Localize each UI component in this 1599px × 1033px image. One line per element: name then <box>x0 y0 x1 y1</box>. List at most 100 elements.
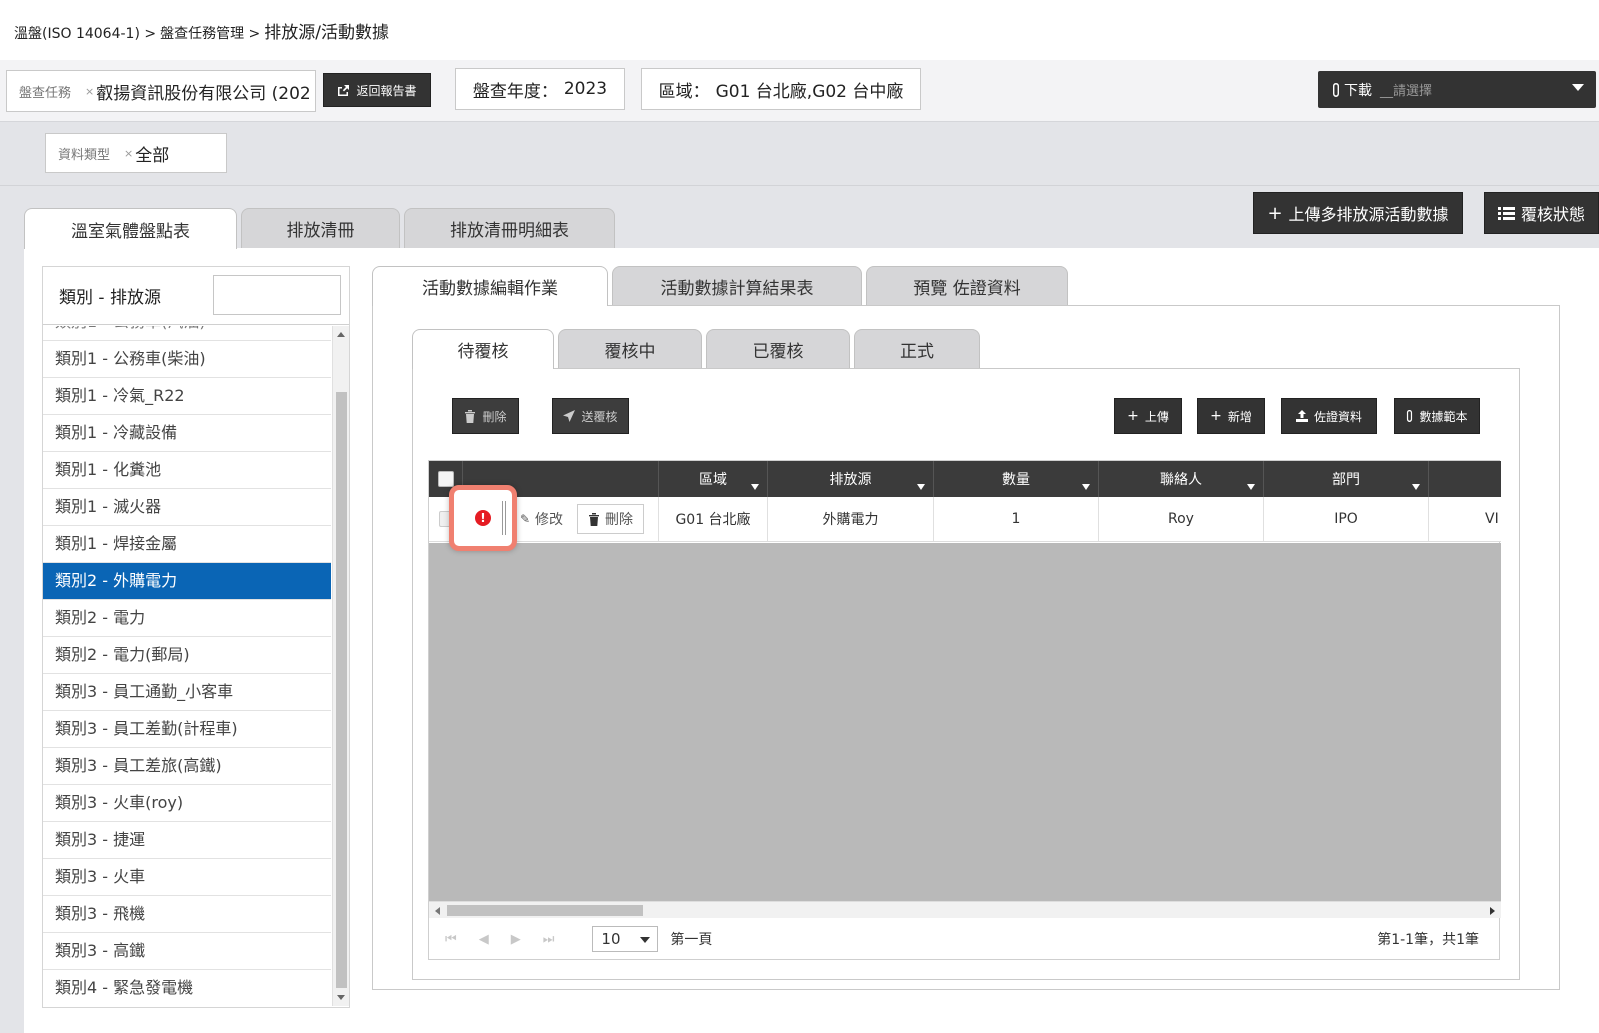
download-select[interactable]: 下載 __請選擇 <box>1318 71 1596 108</box>
chevron-down-icon <box>640 937 651 943</box>
data-type-value: 全部 <box>135 145 170 166</box>
list-item-selected[interactable]: 類別2 - 外購電力 <box>43 563 331 600</box>
review-status-label: 覆核狀態 <box>1520 205 1585 224</box>
grid-empty-area <box>429 543 1501 913</box>
list-item[interactable]: 類別1 - 冷氣_R22 <box>43 378 331 415</box>
scroll-thumb[interactable] <box>447 905 643 916</box>
page-title: 排放源/活動數據 <box>264 23 390 43</box>
return-report-button[interactable]: 返回報告書 <box>323 73 431 107</box>
tab-in-review[interactable]: 覆核中 <box>558 329 702 368</box>
filter-icon[interactable] <box>1082 484 1090 490</box>
list-icon <box>1497 206 1515 220</box>
list-item[interactable]: 類別2 - 電力 <box>43 600 331 637</box>
data-template-button[interactable]: 數據範本 <box>1394 398 1480 434</box>
top-bar: 溫盤(ISO 14064-1) > 盤查任務管理 > 排放源/活動數據 <box>0 0 1599 60</box>
tab-evidence-preview[interactable]: 預覽 佐證資料 <box>866 266 1068 305</box>
page-size-select[interactable]: 10 <box>592 926 659 952</box>
list-item[interactable]: 類別3 - 火車(roy) <box>43 785 331 822</box>
data-type-select[interactable]: 資料類型 × 全部 <box>45 133 227 173</box>
breadcrumb: 溫盤(ISO 14064-1) > 盤查任務管理 > 排放源/活動數據 <box>14 18 389 43</box>
upload-multi-source-button[interactable]: + 上傳多排放源活動數據 <box>1253 192 1463 234</box>
plus-icon: + <box>1127 408 1139 424</box>
first-page-icon[interactable]: ⏮ <box>445 932 457 947</box>
list-item[interactable]: 類別3 - 飛機 <box>43 896 331 933</box>
list-item[interactable]: 類別3 - 高鐵 <box>43 933 331 970</box>
year-value: 2023 <box>563 79 608 99</box>
plus-icon: + <box>1267 202 1283 224</box>
send-review-button[interactable]: 送覆核 <box>552 398 629 434</box>
column-header-contact[interactable]: 聯絡人 <box>1099 461 1264 497</box>
edit-row-button[interactable]: ✎ 修改 <box>513 504 569 534</box>
category-list: 類別1 - 公務車(汽油) 類別1 - 公務車(柴油) 類別1 - 冷氣_R22… <box>43 326 331 1006</box>
tab-emission-register[interactable]: 排放清冊 <box>241 208 400 248</box>
list-item[interactable]: 類別3 - 火車 <box>43 859 331 896</box>
list-item[interactable]: 類別3 - 捷運 <box>43 822 331 859</box>
paperclip-icon <box>1333 82 1339 97</box>
filter-icon[interactable] <box>1412 484 1420 490</box>
page-summary: 第1-1筆，共1筆 <box>1377 932 1479 948</box>
list-item[interactable]: 類別1 - 焊接金屬 <box>43 526 331 563</box>
list-item[interactable]: 類別1 - 化糞池 <box>43 452 331 489</box>
list-item[interactable]: 類別3 - 員工差旅(高鐵) <box>43 748 331 785</box>
filter-icon[interactable] <box>751 484 759 490</box>
category-scrollbar[interactable] <box>332 326 349 1006</box>
column-header-quantity[interactable]: 數量 <box>934 461 1099 497</box>
tab-ghg-inventory[interactable]: 溫室氣體盤點表 <box>24 208 237 249</box>
filter-icon[interactable] <box>917 484 925 490</box>
select-all-checkbox[interactable] <box>437 471 454 487</box>
trash-icon <box>465 409 476 423</box>
tab-activity-edit[interactable]: 活動數據編輯作業 <box>372 266 608 306</box>
tab-pending-review[interactable]: 待覆核 <box>412 329 554 369</box>
delete-row-button[interactable]: 刪除 <box>577 504 644 534</box>
grid-horizontal-scrollbar[interactable] <box>429 901 1501 918</box>
data-grid: 區域 排放源 數量 聯絡人 部門 ✎ 修改 刪除 G01 台北廠 外購電力 1 … <box>428 460 1501 960</box>
column-header-label: 聯絡人 <box>1160 472 1202 488</box>
warning-button[interactable]: ! <box>449 485 517 551</box>
cell-department: IPO <box>1264 497 1429 541</box>
upload-icon <box>1295 410 1308 422</box>
return-report-label: 返回報告書 <box>356 83 417 98</box>
list-item[interactable]: 類別1 - 滅火器 <box>43 489 331 526</box>
clear-icon[interactable]: × <box>85 85 94 98</box>
scroll-right-icon[interactable] <box>1490 907 1495 915</box>
review-status-button[interactable]: 覆核狀態 <box>1484 192 1599 234</box>
last-page-icon[interactable]: ⏭ <box>543 932 555 947</box>
tab-activity-result[interactable]: 活動數據計算結果表 <box>612 266 862 305</box>
column-header-source[interactable]: 排放源 <box>768 461 934 497</box>
list-item[interactable]: 類別4 - 緊急發電機 <box>43 970 331 1006</box>
clear-icon[interactable]: × <box>124 147 133 160</box>
breadcrumb-item-iso[interactable]: 溫盤(ISO 14064-1) > <box>14 23 156 43</box>
scroll-up-icon[interactable] <box>337 332 345 337</box>
list-item[interactable]: 類別1 - 公務車(汽油) <box>43 326 331 341</box>
scroll-left-icon[interactable] <box>435 907 440 915</box>
list-item[interactable]: 類別3 - 員工差勤(計程車) <box>43 711 331 748</box>
add-button[interactable]: + 新增 <box>1197 398 1265 434</box>
list-item[interactable]: 類別2 - 電力(郵局) <box>43 637 331 674</box>
tab-reviewed[interactable]: 已覆核 <box>706 329 850 368</box>
add-label: 新增 <box>1227 409 1252 424</box>
cell-source: 外購電力 <box>768 497 934 541</box>
divider <box>502 501 506 535</box>
scroll-thumb[interactable] <box>336 392 347 988</box>
download-label: 下載 <box>1344 82 1372 99</box>
column-header-department[interactable]: 部門 <box>1264 461 1429 497</box>
tab-official[interactable]: 正式 <box>854 329 980 368</box>
filter-icon[interactable] <box>1247 484 1255 490</box>
pencil-icon: ✎ <box>519 512 530 526</box>
upload-button[interactable]: + 上傳 <box>1114 398 1182 434</box>
task-select[interactable]: 盤查任務 × 叡揚資訊股份有限公司 (202 <box>6 70 316 112</box>
next-page-icon[interactable]: ▶ <box>511 932 521 947</box>
task-label: 盤查任務 <box>19 85 72 101</box>
column-header-region[interactable]: 區域 <box>659 461 768 497</box>
list-item[interactable]: 類別1 - 冷藏設備 <box>43 415 331 452</box>
category-search-input[interactable] <box>213 275 341 315</box>
list-item[interactable]: 類別1 - 公務車(柴油) <box>43 341 331 378</box>
column-header-label: 數量 <box>1002 472 1030 488</box>
prev-page-icon[interactable]: ◀ <box>479 932 489 947</box>
tab-emission-register-detail[interactable]: 排放清冊明細表 <box>404 208 615 248</box>
list-item[interactable]: 類別3 - 員工通勤_小客車 <box>43 674 331 711</box>
delete-selected-button[interactable]: 刪除 <box>452 398 519 434</box>
scroll-down-icon[interactable] <box>337 995 345 1000</box>
evidence-button[interactable]: 佐證資料 <box>1281 398 1377 434</box>
breadcrumb-item-task[interactable]: 盤查任務管理 > <box>160 23 260 43</box>
